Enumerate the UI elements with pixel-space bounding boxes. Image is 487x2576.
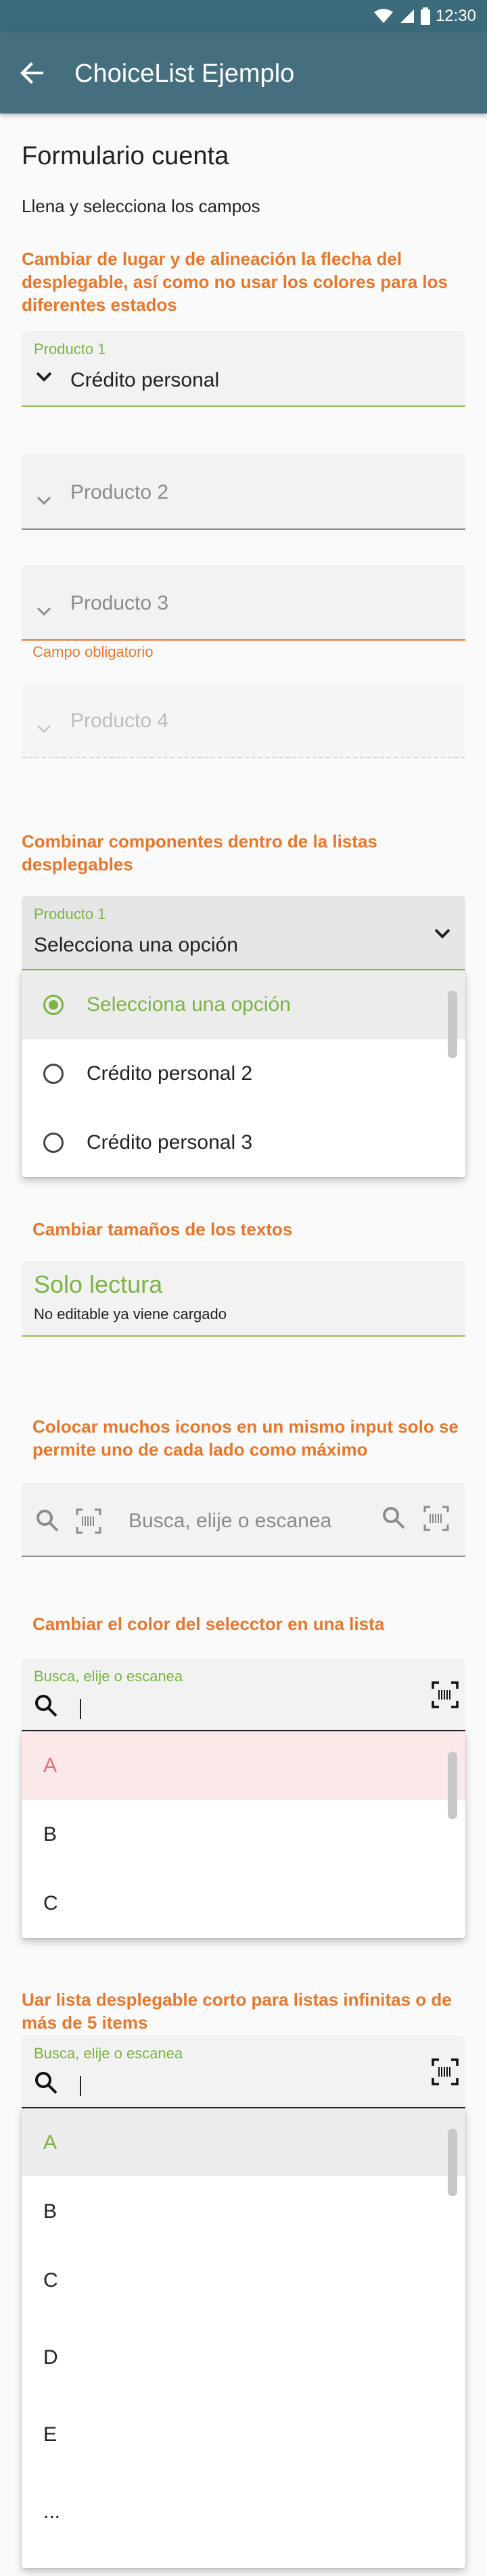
menu-option[interactable]: A — [22, 2108, 465, 2176]
producto4-dropdown: Producto 4 — [22, 683, 465, 758]
menu-option[interactable]: Crédito personal 3 — [22, 1108, 465, 1177]
app-title: ChoiceList Ejemplo — [74, 59, 295, 88]
field-label: Busca, elije o escanea — [34, 1668, 183, 1685]
option-label: C — [43, 2269, 58, 2292]
section6-heading: Uar lista desplegable corto para listas … — [22, 1989, 452, 2033]
page-subtitle: Llena y selecciona los campos — [22, 196, 260, 216]
option-label: Crédito personal 3 — [87, 1131, 253, 1154]
option-label: D — [43, 2346, 58, 2369]
section1-heading: Cambiar de lugar y de alineación la flec… — [22, 249, 448, 315]
menu-option[interactable]: Crédito personal 2 — [22, 1039, 465, 1108]
chevron-down-icon — [36, 372, 52, 382]
search-icon — [35, 2072, 57, 2094]
field-placeholder: Producto 4 — [70, 710, 169, 732]
options-menu-long: A B C D E ... — [22, 2108, 465, 2568]
scrollbar-thumb[interactable] — [448, 2129, 457, 2196]
option-label: Crédito personal 2 — [87, 1062, 253, 1085]
battery-icon — [420, 7, 430, 25]
producto3-dropdown[interactable]: Producto 3 — [22, 565, 465, 641]
field-label: Busca, elije o escanea — [34, 2045, 183, 2062]
app-bar: ChoiceList Ejemplo — [0, 32, 487, 114]
search-select-input[interactable]: Busca, elije o escanea — [22, 2035, 465, 2108]
search-icon[interactable] — [381, 1506, 406, 1530]
multi-icon-search-input[interactable]: Busca, elije o escanea — [22, 1483, 465, 1557]
barcode-scan-icon[interactable] — [432, 2058, 459, 2085]
search-icon[interactable] — [35, 1508, 60, 1533]
required-helper-text: Campo obligatorio — [32, 643, 154, 660]
chevron-down-icon — [37, 607, 51, 616]
option-label: A — [43, 1754, 57, 1777]
option-label: C — [43, 1892, 58, 1914]
menu-option[interactable]: C — [22, 2246, 465, 2314]
wifi-icon — [373, 9, 393, 23]
options-menu: A B C — [22, 1731, 465, 1938]
radio-icon — [43, 1064, 64, 1084]
radio-icon — [43, 1133, 64, 1153]
menu-option[interactable]: B — [22, 2177, 465, 2245]
chevron-down-icon — [37, 724, 51, 734]
back-arrow-icon[interactable] — [16, 57, 49, 89]
readonly-value: Solo lectura — [34, 1270, 163, 1298]
section3-heading: Cambiar tamaños de los textos — [32, 1219, 293, 1239]
option-label: E — [43, 2423, 57, 2446]
option-label: Selecciona una opción — [87, 993, 291, 1016]
field-label: Producto 1 — [34, 341, 106, 357]
search-select-input[interactable]: Busca, elije o escanea — [22, 1658, 465, 1731]
menu-option[interactable]: C — [22, 1869, 465, 1938]
field-value: Crédito personal — [70, 369, 220, 391]
scrollbar-thumb[interactable] — [448, 1752, 457, 1819]
option-label: B — [43, 2200, 57, 2223]
status-time: 12:30 — [435, 7, 476, 25]
section4-heading: Colocar muchos iconos en un mismo input … — [32, 1416, 459, 1460]
field-label: Producto 1 — [34, 906, 106, 922]
menu-option[interactable]: ... — [22, 2477, 465, 2545]
menu-option[interactable]: B — [22, 1800, 465, 1869]
chevron-down-icon — [37, 496, 51, 505]
field-placeholder: Producto 2 — [70, 481, 169, 503]
field-placeholder: Producto 3 — [70, 592, 169, 614]
text-caret — [80, 1699, 81, 1719]
option-label: A — [43, 2131, 57, 2154]
section5-heading: Cambiar el color del selecctor en una li… — [32, 1614, 385, 1634]
chevron-down-icon — [434, 928, 450, 939]
option-label: ... — [43, 2500, 61, 2523]
page-title: Formulario cuenta — [22, 142, 229, 170]
menu-option[interactable]: A — [22, 1731, 465, 1800]
signal-icon — [400, 9, 414, 23]
search-icon — [35, 1695, 57, 1717]
barcode-scan-icon[interactable] — [423, 1506, 449, 1531]
status-bar: 12:30 — [0, 0, 487, 32]
producto1-select[interactable]: Producto 1 Selecciona una opción — [22, 896, 465, 970]
search-placeholder: Busca, elije o escanea — [129, 1510, 332, 1532]
barcode-scan-icon[interactable] — [76, 1508, 101, 1534]
field-value: Selecciona una opción — [34, 934, 238, 956]
section2-heading: Combinar componentes dentro de la listas… — [22, 831, 377, 874]
text-caret — [80, 2076, 81, 2096]
producto1-dropdown[interactable]: Producto 1 Crédito personal — [22, 331, 465, 407]
radio-selected-icon — [43, 995, 64, 1015]
readonly-field: Solo lectura No editable ya viene cargad… — [22, 1261, 465, 1337]
option-label: B — [43, 1823, 57, 1846]
menu-option[interactable]: Selecciona una opción — [22, 970, 465, 1039]
menu-option[interactable]: D — [22, 2323, 465, 2391]
barcode-scan-icon[interactable] — [432, 1681, 459, 1708]
scrollbar-thumb[interactable] — [448, 991, 457, 1058]
menu-option[interactable]: E — [22, 2400, 465, 2468]
readonly-note: No editable ya viene cargado — [34, 1306, 227, 1322]
options-menu: Selecciona una opción Crédito personal 2… — [22, 970, 465, 1177]
producto2-dropdown[interactable]: Producto 2 — [22, 454, 465, 530]
